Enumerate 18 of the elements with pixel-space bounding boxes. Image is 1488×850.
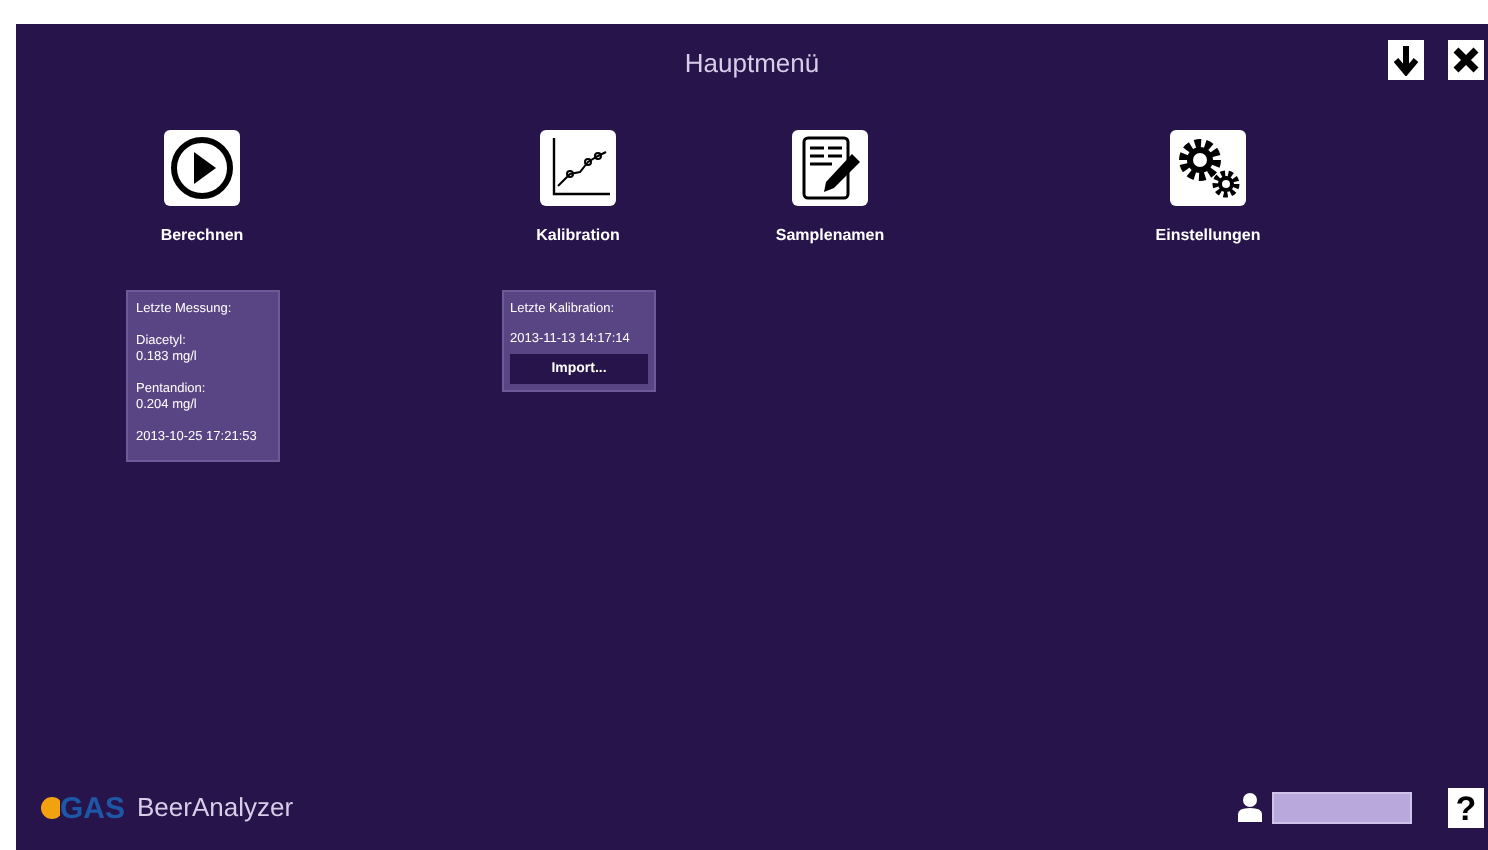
- help-button[interactable]: ?: [1448, 788, 1484, 828]
- play-icon: [164, 130, 240, 206]
- window-title: Hauptmenü: [684, 46, 820, 83]
- brand-logo: GAS: [60, 793, 126, 823]
- gears-icon: [1170, 130, 1246, 206]
- close-icon: [1452, 46, 1480, 74]
- download-button[interactable]: [1388, 40, 1424, 80]
- app-name: BeerAnalyzer: [137, 790, 294, 827]
- line-chart-icon: [540, 130, 616, 206]
- notepad-pencil-icon: [792, 130, 868, 206]
- menu-tile[interactable]: Berechnen: [102, 130, 302, 248]
- menu-tile[interactable]: Samplenamen: [730, 130, 930, 248]
- down-arrow-icon: [1392, 44, 1420, 76]
- close-button[interactable]: [1448, 40, 1484, 80]
- menu-tile[interactable]: Kalibration: [478, 130, 678, 248]
- user-icon: [1236, 792, 1264, 824]
- menu-tile[interactable]: Einstellungen: [1108, 130, 1308, 248]
- user-field[interactable]: [1272, 792, 1412, 824]
